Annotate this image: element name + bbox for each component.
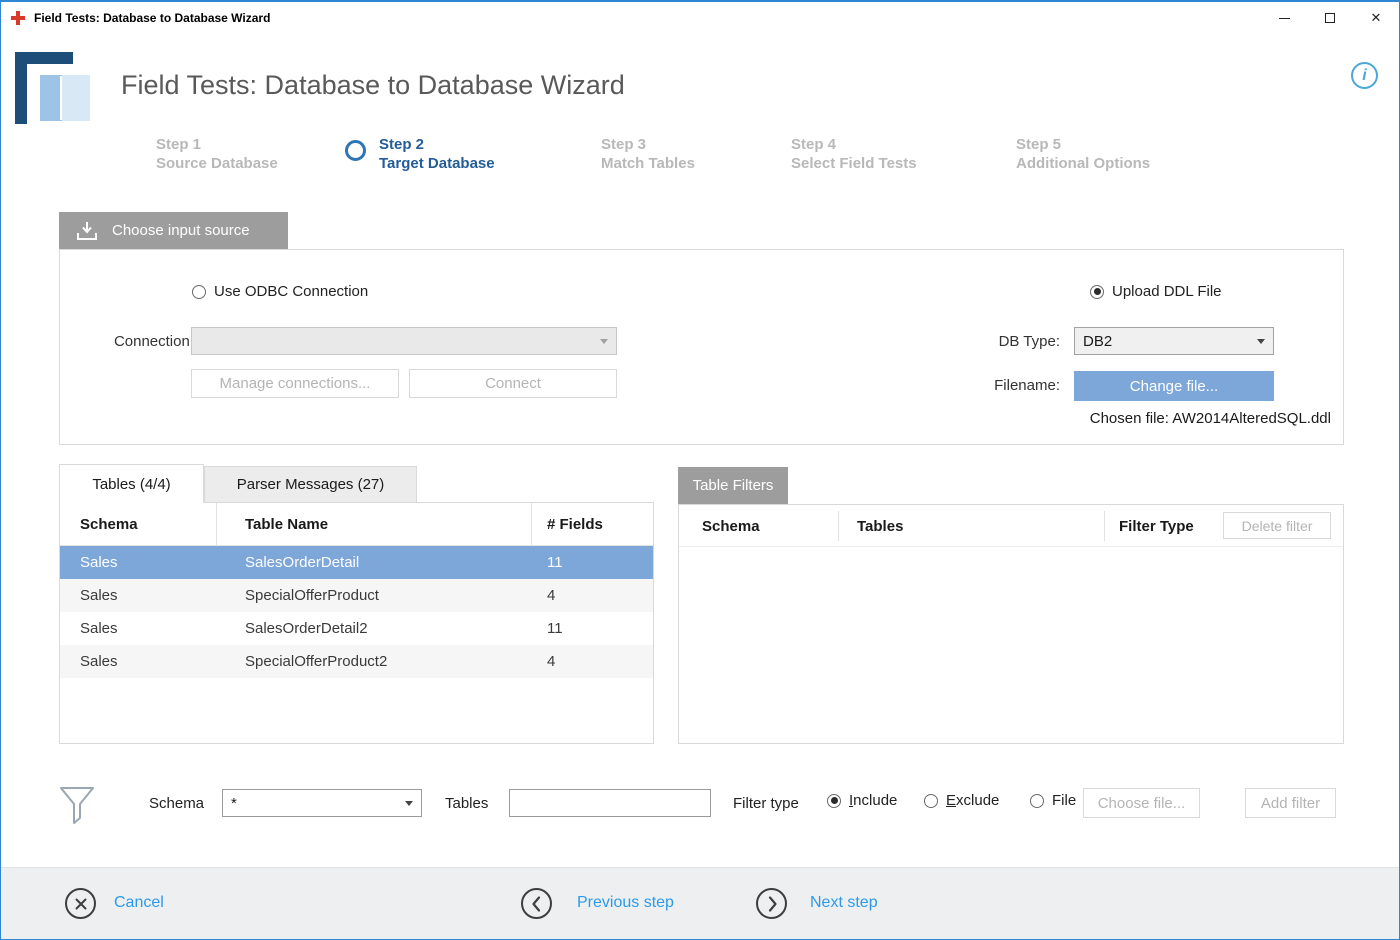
- table-filters-panel: Schema Tables Filter Type Delete filter: [678, 504, 1344, 744]
- radio-icon: [924, 794, 938, 808]
- next-step-icon[interactable]: [756, 888, 787, 919]
- next-step-button[interactable]: Next step: [810, 894, 878, 912]
- filters-column-schema: Schema: [679, 511, 839, 541]
- odbc-connection-radio[interactable]: Use ODBC Connection: [192, 283, 368, 300]
- step-4-select-field-tests: Step 4Select Field Tests: [791, 135, 917, 173]
- app-logo: [15, 46, 98, 129]
- previous-step-button[interactable]: Previous step: [577, 894, 674, 912]
- schema-filter-label: Schema: [149, 795, 204, 812]
- input-source-panel: Use ODBC Connection Upload DDL File Conn…: [59, 249, 1344, 445]
- maximize-icon: [1325, 13, 1335, 23]
- tables-filter-input[interactable]: [509, 789, 711, 817]
- filters-column-filter-type: Filter Type: [1105, 511, 1194, 541]
- connect-button: Connect: [409, 369, 617, 398]
- app-cross-icon: [11, 11, 25, 25]
- filters-column-tables: Tables: [839, 511, 1105, 541]
- chevron-down-icon: [405, 801, 413, 806]
- close-button[interactable]: ✕: [1353, 2, 1399, 34]
- maximize-button[interactable]: [1307, 2, 1353, 34]
- app-window: { "window": { "title": "Field Tests: Dat…: [0, 0, 1400, 940]
- delete-filter-button: Delete filter: [1223, 512, 1331, 539]
- radio-checked-icon: [1090, 285, 1104, 299]
- window-title: Field Tests: Database to Database Wizard: [34, 11, 270, 25]
- table-row[interactable]: Sales SpecialOfferProduct 4: [60, 579, 653, 612]
- tables-filter-label: Tables: [445, 795, 488, 812]
- filename-label: Filename:: [944, 377, 1060, 394]
- chevron-down-icon: [1257, 339, 1265, 344]
- info-icon[interactable]: i: [1351, 62, 1378, 89]
- table-filters-header: Table Filters: [678, 467, 788, 504]
- step-3-match-tables: Step 3Match Tables: [601, 135, 695, 173]
- column-header-fields[interactable]: # Fields: [532, 503, 653, 545]
- upload-ddl-radio[interactable]: Upload DDL File: [1090, 283, 1222, 300]
- table-header: Schema Table Name # Fields: [60, 503, 653, 546]
- close-icon: ✕: [1371, 10, 1382, 26]
- filter-funnel-icon: [57, 784, 97, 831]
- tab-tables[interactable]: Tables (4/4): [59, 464, 204, 503]
- column-header-table-name[interactable]: Table Name: [217, 503, 532, 545]
- download-icon: [75, 221, 99, 241]
- minimize-button[interactable]: [1261, 2, 1307, 34]
- table-row[interactable]: Sales SalesOrderDetail 11: [60, 546, 653, 579]
- cancel-button[interactable]: Cancel: [114, 894, 164, 912]
- titlebar: Field Tests: Database to Database Wizard…: [1, 2, 1399, 34]
- connection-label: Connection:: [78, 333, 194, 350]
- cancel-icon[interactable]: [65, 888, 96, 919]
- minimize-icon: [1279, 18, 1290, 19]
- column-header-schema[interactable]: Schema: [60, 503, 217, 545]
- previous-step-icon[interactable]: [521, 888, 552, 919]
- page-title: Field Tests: Database to Database Wizard: [121, 70, 625, 101]
- schema-filter-combobox[interactable]: *: [222, 789, 422, 817]
- tables-table: Schema Table Name # Fields Sales SalesOr…: [59, 502, 654, 744]
- change-file-button[interactable]: Change file...: [1074, 371, 1274, 401]
- footer-bar: Cancel Previous step Next step: [1, 867, 1399, 939]
- radio-icon: [192, 285, 206, 299]
- add-filter-button: Add filter: [1245, 788, 1336, 818]
- filters-header-row: Schema Tables Filter Type Delete filter: [679, 505, 1343, 547]
- include-radio[interactable]: Include: [827, 792, 897, 809]
- table-row[interactable]: Sales SpecialOfferProduct2 4: [60, 645, 653, 678]
- file-radio[interactable]: File: [1030, 792, 1076, 809]
- exclude-radio[interactable]: Exclude: [924, 792, 999, 809]
- step-2-target-database: Step 2Target Database: [379, 135, 495, 173]
- current-step-circle-icon: [345, 140, 366, 161]
- main-content: Field Tests: Database to Database Wizard…: [1, 34, 1399, 870]
- db-type-label: DB Type:: [944, 333, 1060, 350]
- choose-file-button: Choose file...: [1083, 788, 1200, 818]
- step-5-additional-options: Step 5Additional Options: [1016, 135, 1150, 173]
- step-1-source-database: Step 1Source Database: [156, 135, 278, 173]
- manage-connections-button: Manage connections...: [191, 369, 399, 398]
- tab-parser-messages[interactable]: Parser Messages (27): [204, 466, 417, 502]
- chosen-file-text: Chosen file: AW2014AlteredSQL.ddl: [1090, 410, 1331, 427]
- filter-type-label: Filter type: [733, 795, 799, 812]
- db-type-combobox[interactable]: DB2: [1074, 327, 1274, 355]
- radio-icon: [1030, 794, 1044, 808]
- choose-input-source-header: Choose input source: [59, 212, 288, 249]
- connection-combobox: [191, 327, 617, 355]
- table-row[interactable]: Sales SalesOrderDetail2 11: [60, 612, 653, 645]
- chevron-down-icon: [600, 339, 608, 344]
- radio-checked-icon: [827, 794, 841, 808]
